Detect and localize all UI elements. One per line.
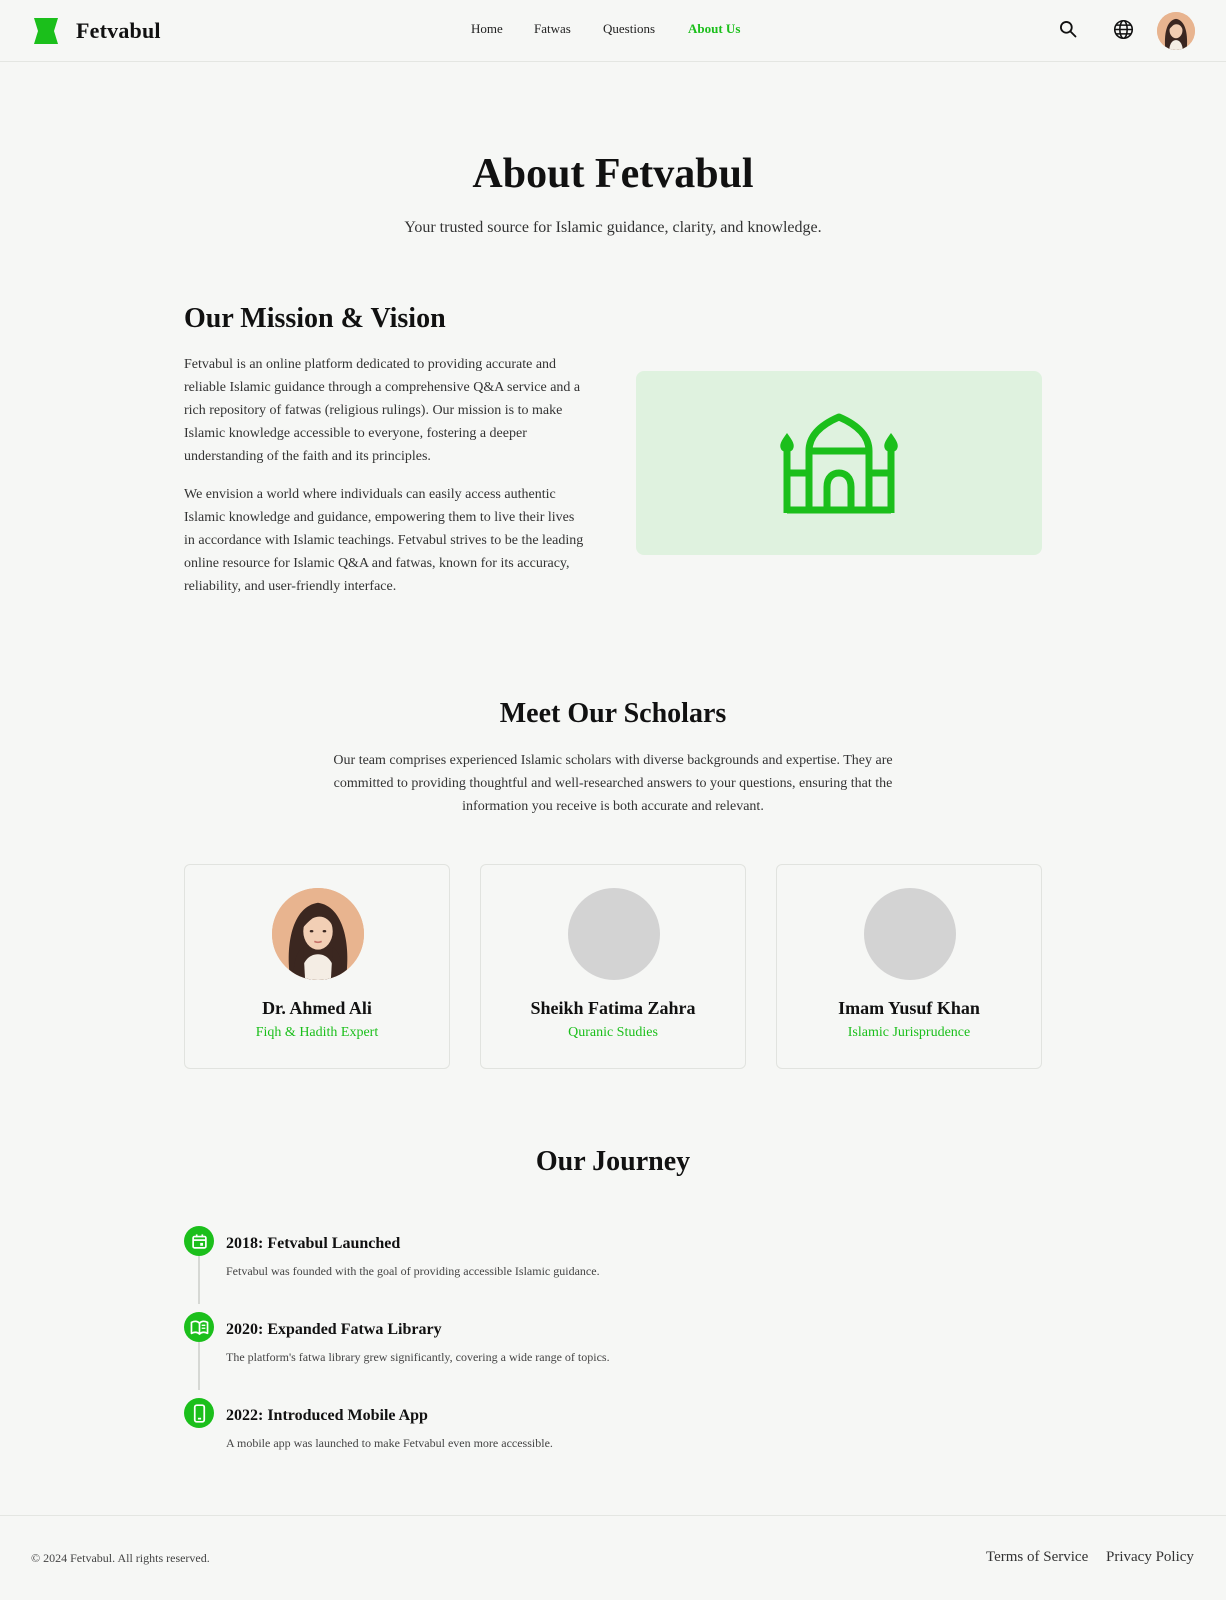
scholars-heading: Meet Our Scholars — [499, 698, 727, 729]
scholar-role: Fiqh & Hadith Expert — [255, 1025, 379, 1040]
globe-icon[interactable] — [1111, 17, 1135, 41]
timeline-heading: 2022: Introduced Mobile App — [226, 1407, 428, 1424]
timeline-connector — [198, 1342, 200, 1390]
nav-questions[interactable]: Questions — [603, 21, 655, 37]
scholar-avatar — [272, 888, 364, 980]
mosque-icon — [780, 413, 898, 514]
privacy-link[interactable]: Privacy Policy — [1106, 1549, 1194, 1566]
mission-illustration — [636, 371, 1042, 555]
scholar-role: Islamic Jurisprudence — [847, 1025, 971, 1040]
scholar-name: Imam Yusuf Khan — [838, 998, 980, 1018]
nav-fatwas[interactable]: Fatwas — [534, 21, 571, 37]
page-title: About Fetvabul — [472, 151, 754, 197]
scholar-card[interactable]: Imam Yusuf Khan Islamic Jurisprudence — [776, 864, 1042, 1069]
phone-icon — [184, 1398, 214, 1428]
scholar-name: Dr. Ahmed Ali — [262, 998, 372, 1018]
nav-home[interactable]: Home — [471, 21, 503, 37]
timeline-text: A mobile app was launched to make Fetvab… — [226, 1436, 553, 1450]
terms-link[interactable]: Terms of Service — [986, 1549, 1088, 1566]
scholars-description: Our team comprises experienced Islamic s… — [333, 753, 893, 814]
site-footer: © 2024 Fetvabul. All rights reserved. Te… — [0, 1515, 1226, 1600]
copyright-text: © 2024 Fetvabul. All rights reserved. — [31, 1551, 210, 1565]
top-header: Fetvabul Home Fatwas Questions About Us — [0, 0, 1226, 62]
main-nav: Home Fatwas Questions About Us — [0, 21, 1226, 41]
book-icon — [184, 1312, 214, 1342]
vision-paragraph: We envision a world where individuals ca… — [184, 487, 584, 594]
timeline-heading: 2020: Expanded Fatwa Library — [226, 1321, 442, 1338]
scholar-name: Sheikh Fatima Zahra — [530, 998, 696, 1018]
timeline-text: Fetvabul was founded with the goal of pr… — [226, 1264, 600, 1278]
timeline-text: The platform's fatwa library grew signif… — [226, 1350, 610, 1364]
scholar-card[interactable]: Sheikh Fatima Zahra Quranic Studies — [480, 864, 746, 1069]
nav-about-us[interactable]: About Us — [688, 21, 740, 37]
page-subtitle: Your trusted source for Islamic guidance… — [404, 219, 822, 236]
timeline-connector — [198, 1256, 200, 1304]
mission-paragraph: Fetvabul is an online platform dedicated… — [184, 357, 581, 464]
scholar-role: Quranic Studies — [568, 1025, 658, 1040]
mission-heading: Our Mission & Vision — [184, 303, 446, 334]
scholar-card[interactable]: Dr. Ahmed Ali Fiqh & Hadith Expert — [184, 864, 450, 1069]
scholar-avatar-placeholder — [864, 888, 956, 980]
search-icon[interactable] — [1056, 17, 1080, 41]
scholar-avatar-placeholder — [568, 888, 660, 980]
calendar-icon — [184, 1226, 214, 1256]
timeline-heading: 2018: Fetvabul Launched — [226, 1235, 401, 1252]
user-avatar[interactable] — [1157, 12, 1195, 50]
journey-heading: Our Journey — [535, 1146, 691, 1177]
